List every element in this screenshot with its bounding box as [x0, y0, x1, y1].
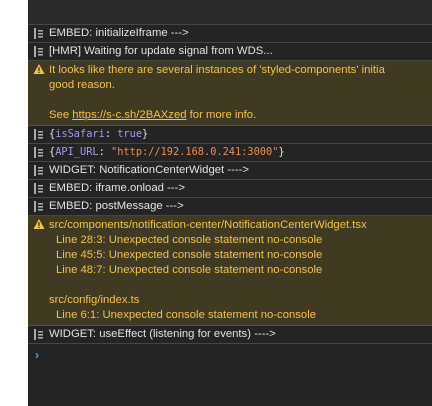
log-source-icon — [34, 46, 43, 57]
console-message[interactable]: EMBED: iframe.onload ---> — [28, 180, 432, 198]
prompt-chevron-icon: › — [35, 348, 39, 362]
warning-file-path: src/config/index.ts — [49, 294, 140, 306]
log-source-icon — [34, 165, 43, 176]
console-message[interactable]: WIDGET: useEffect (listening for events)… — [28, 326, 432, 344]
console-message[interactable]: WIDGET: NotificationCenterWidget ----> — [28, 162, 432, 180]
console-object[interactable]: {API_URL: "http://192.168.0.241:3000"} — [28, 144, 432, 162]
log-source-icon — [34, 183, 43, 194]
warning-line: Line 48:7: Unexpected console statement … — [56, 264, 323, 276]
object-preview: {API_URL: "http://192.168.0.241:3000"} — [49, 146, 285, 158]
warning-icon — [33, 64, 45, 74]
object-preview: {isSafari: true} — [49, 128, 149, 140]
warning-file-path: src/components/notification-center/Notif… — [49, 219, 367, 231]
warning-line: It looks like there are several instance… — [49, 64, 385, 76]
warning-icon — [33, 219, 45, 229]
message-text: WIDGET: useEffect (listening for events)… — [49, 328, 276, 340]
message-text: EMBED: iframe.onload ---> — [49, 182, 185, 194]
message-text: EMBED: postMessage ---> — [49, 200, 184, 212]
log-source-icon — [34, 147, 43, 158]
message-text: [HMR] Waiting for update signal from WDS… — [49, 45, 273, 57]
warning-line: Line 45:5: Unexpected console statement … — [56, 249, 323, 261]
console-toolbar — [28, 0, 432, 25]
console-object[interactable]: {isSafari: true} — [28, 126, 432, 144]
console-warning[interactable]: It looks like there are several instance… — [28, 61, 432, 126]
console-message[interactable]: EMBED: initializeIframe ---> — [28, 25, 432, 43]
devtools-console: EMBED: initializeIframe ---> [HMR] Waiti… — [28, 0, 432, 406]
message-text: EMBED: initializeIframe ---> — [49, 27, 189, 39]
warning-line: good reason. — [49, 79, 115, 91]
console-warning[interactable]: src/components/notification-center/Notif… — [28, 216, 432, 326]
styled-components-link[interactable]: https://s-c.sh/2BAXzed — [72, 109, 186, 121]
warning-line: Line 28:3: Unexpected console statement … — [56, 234, 323, 246]
log-source-icon — [34, 329, 43, 340]
log-source-icon — [34, 28, 43, 39]
console-message[interactable]: [HMR] Waiting for update signal from WDS… — [28, 43, 432, 61]
warning-see-line: See https://s-c.sh/2BAXzed for more info… — [49, 109, 257, 121]
warning-line: Line 6:1: Unexpected console statement n… — [56, 309, 316, 321]
log-source-icon — [34, 201, 43, 212]
message-text: WIDGET: NotificationCenterWidget ----> — [49, 164, 249, 176]
log-source-icon — [34, 129, 43, 140]
console-prompt-input[interactable]: › — [28, 344, 432, 368]
console-message[interactable]: EMBED: postMessage ---> — [28, 198, 432, 216]
